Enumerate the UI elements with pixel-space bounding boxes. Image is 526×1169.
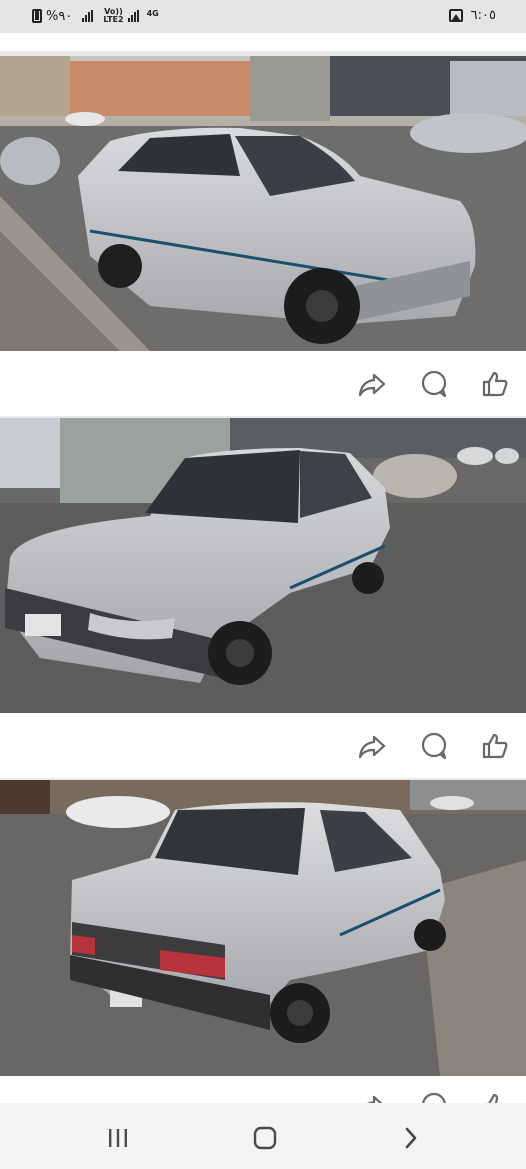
car-photo-rear[interactable] xyxy=(0,780,526,1076)
post-3 xyxy=(0,780,526,1103)
car-photo-1-graphic xyxy=(0,56,526,351)
like-button[interactable] xyxy=(480,731,510,761)
post-1 xyxy=(0,56,526,426)
comment-icon xyxy=(421,370,447,397)
post-2 xyxy=(0,418,526,788)
car-photo-3-graphic xyxy=(0,780,526,1076)
clock: ٦:٠٥ xyxy=(470,8,496,23)
post-actions xyxy=(0,351,526,416)
comment-icon xyxy=(421,732,447,759)
gallery-icon xyxy=(448,9,463,22)
share-icon xyxy=(367,1095,383,1103)
battery-icon xyxy=(32,9,42,23)
comment-button[interactable] xyxy=(419,731,449,761)
home-icon xyxy=(253,1126,277,1150)
back-icon xyxy=(405,1127,417,1149)
like-button[interactable] xyxy=(480,369,510,399)
car-photo-2-graphic xyxy=(0,418,526,713)
comment-button[interactable] xyxy=(419,369,449,399)
like-icon xyxy=(482,371,508,396)
signal-icon xyxy=(127,10,139,22)
status-left-group: %٩٠ Vo)) LTE2 4G xyxy=(32,8,159,24)
recents-button[interactable] xyxy=(103,1123,133,1153)
status-bar: %٩٠ Vo)) LTE2 4G ٦:٠٥ xyxy=(0,0,526,33)
photo-feed[interactable] xyxy=(0,33,526,1103)
post-actions xyxy=(0,713,526,778)
like-icon xyxy=(483,1093,499,1103)
system-navigation-bar xyxy=(0,1103,526,1169)
battery-percent: %٩٠ xyxy=(46,8,73,24)
post-actions xyxy=(0,1076,526,1103)
car-photo-front[interactable] xyxy=(0,418,526,713)
share-icon xyxy=(358,373,386,396)
like-button[interactable] xyxy=(480,1091,510,1103)
car-photo-front-left[interactable] xyxy=(0,56,526,351)
share-button[interactable] xyxy=(357,1091,387,1103)
network-type: 4G xyxy=(146,9,159,18)
share-button[interactable] xyxy=(357,731,387,761)
recents-icon xyxy=(109,1129,127,1147)
share-button[interactable] xyxy=(357,369,387,399)
comment-button[interactable] xyxy=(419,1091,449,1103)
back-button[interactable] xyxy=(396,1123,426,1153)
signal-icon xyxy=(82,10,94,22)
like-icon xyxy=(482,733,508,758)
carrier-label: Vo)) LTE2 xyxy=(103,7,124,24)
share-icon xyxy=(358,735,386,758)
status-right-group: ٦:٠٥ xyxy=(448,8,496,23)
home-button[interactable] xyxy=(250,1123,280,1153)
comment-icon xyxy=(422,1092,446,1103)
